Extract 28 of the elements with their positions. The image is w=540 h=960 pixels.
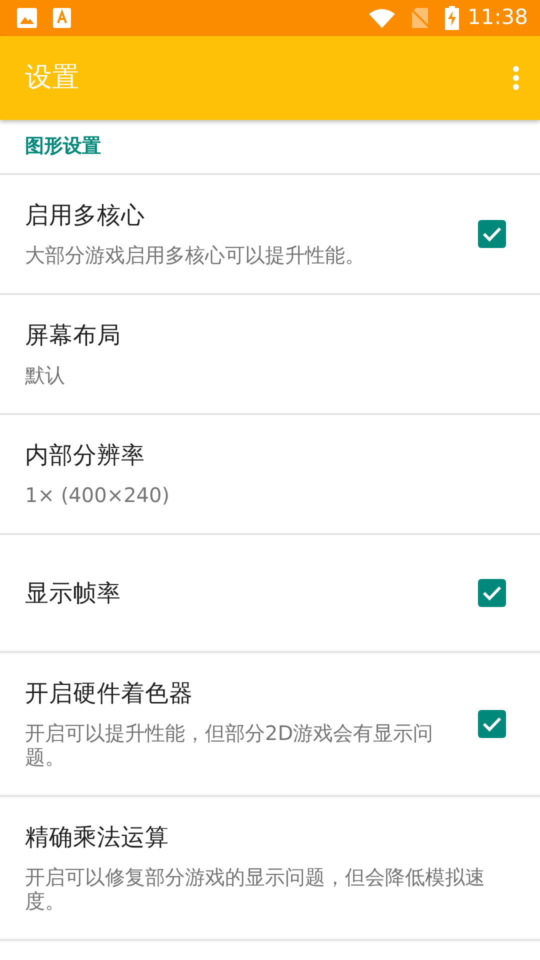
preference-title: 屏幕布局 [25,320,122,350]
preference-title: 精确乘法运算 [25,822,170,852]
preference-item[interactable]: 显示帧率 [0,535,540,653]
battery-charging-icon [445,6,460,30]
preference-item[interactable]: 启用多核心 大部分游戏启用多核心可以提升性能。 [0,175,540,295]
preference-summary: 默认 [25,363,66,387]
category-title: 图形设置 [25,134,101,160]
image-icon [17,8,37,28]
preference-summary: 大部分游戏启用多核心可以提升性能。 [25,243,366,267]
clock-time: 11:38 [467,4,528,32]
preference-title: 显示帧率 [25,578,122,608]
preference-title: 内部分辨率 [25,440,146,470]
checkbox[interactable] [478,220,506,248]
checkbox[interactable] [478,579,506,607]
preference-item[interactable]: 精确乘法运算 开启可以修复部分游戏的显示问题，但会降低模拟速度。 [0,797,540,941]
preference-summary: 开启可以修复部分游戏的显示问题，但会降低模拟速度。 [25,865,486,913]
preference-summary: 1× (400×240) [25,483,171,507]
preference-title: 启用多核心 [25,200,146,230]
preference-title: 开启硬件着色器 [25,678,194,708]
notification-icon [53,8,71,28]
screen-title: 设置 [25,60,80,95]
preference-item[interactable]: 内部分辨率 1× (400×240) [0,415,540,535]
wifi-icon [369,8,396,28]
checkbox[interactable] [478,710,506,738]
preference-summary: 开启可以提升性能，但部分2D游戏会有显示问题。 [25,721,434,769]
preference-item[interactable]: 屏幕布局 默认 [0,295,540,415]
preference-item[interactable]: 开启硬件着色器 开启可以提升性能，但部分2D游戏会有显示问题。 [0,653,540,797]
no-sim-icon [411,8,430,28]
